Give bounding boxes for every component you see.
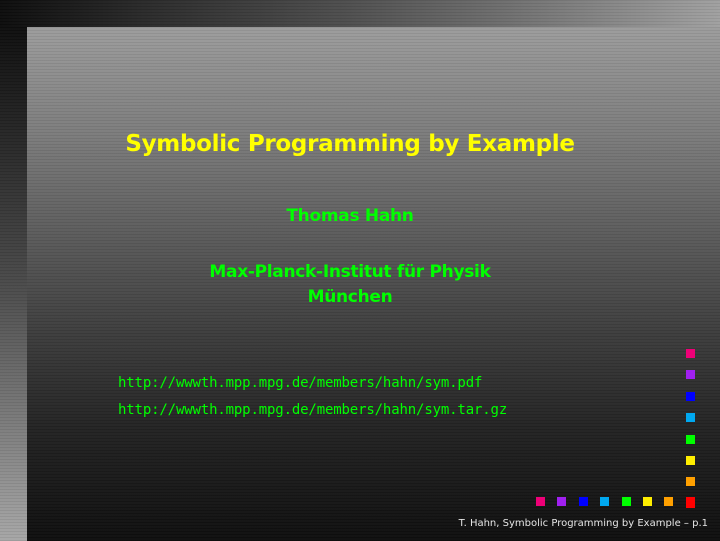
- horizontal-previous-section-button[interactable]: [557, 497, 567, 506]
- institute-name: Max-Planck-Institut für Physik: [209, 262, 491, 282]
- horizontal-search-button[interactable]: [621, 497, 631, 506]
- tarball-link[interactable]: http://wwwth.mpp.mpg.de/members/hahn/sym…: [118, 402, 507, 418]
- author-name: Thomas Hahn: [286, 206, 414, 226]
- slide-canvas: [27, 27, 720, 541]
- vertical-previous-section-button[interactable]: [686, 370, 695, 380]
- slide-footer: T. Hahn, Symbolic Programming by Example…: [458, 518, 708, 529]
- vertical-back-button[interactable]: [686, 413, 695, 423]
- vertical-search-button[interactable]: [686, 434, 695, 444]
- top-gradient-bar: [0, 0, 720, 27]
- pdf-link[interactable]: http://wwwth.mpp.mpg.de/members/hahn/sym…: [118, 375, 482, 391]
- slide-title: Symbolic Programming by Example: [125, 131, 575, 157]
- horizontal-back-button[interactable]: [600, 497, 610, 506]
- horizontal-next-page-button[interactable]: [664, 497, 674, 506]
- horizontal-first-page-button[interactable]: [536, 497, 545, 506]
- horizontal-previous-page-button[interactable]: [578, 497, 588, 506]
- left-gradient-bar: [0, 27, 27, 541]
- city-name: München: [307, 287, 393, 307]
- vertical-next-page-button[interactable]: [686, 477, 695, 487]
- vertical-previous-page-button[interactable]: [686, 391, 695, 401]
- horizontal-last-page-button[interactable]: [685, 497, 695, 506]
- vertical-first-page-button[interactable]: [686, 349, 695, 358]
- vertical-forward-button[interactable]: [686, 456, 695, 465]
- horizontal-forward-button[interactable]: [643, 497, 652, 506]
